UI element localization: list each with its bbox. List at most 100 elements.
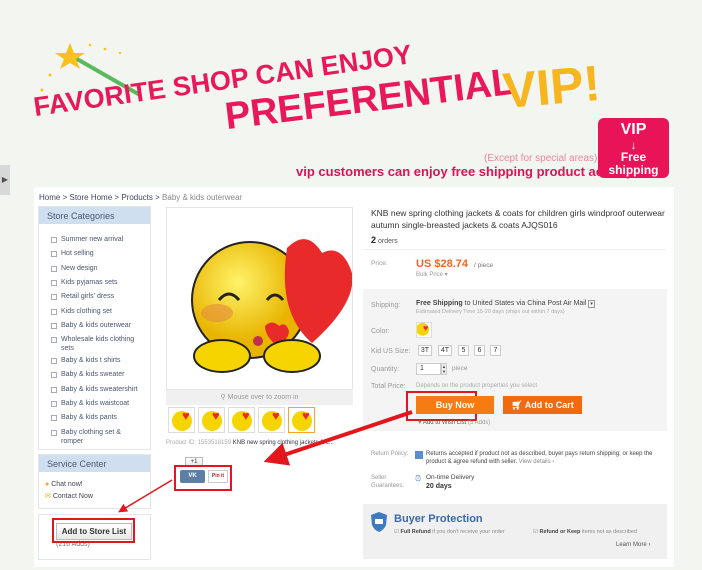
breadcrumb-sep: > bbox=[155, 193, 160, 202]
main-product-image[interactable] bbox=[166, 207, 353, 390]
heart-icon: ♥ bbox=[242, 408, 250, 423]
annotation-box bbox=[52, 518, 135, 543]
size-option[interactable]: 4T bbox=[438, 345, 452, 356]
cart-icon: 🛒︎ bbox=[511, 400, 523, 410]
learn-more-link[interactable]: Learn More › bbox=[616, 542, 650, 548]
service-center: Service Center ● Chat now! ✉ Contact Now bbox=[38, 454, 151, 509]
view-details-link[interactable]: View details › bbox=[519, 459, 555, 465]
clock-icon: ⏰︎ bbox=[415, 474, 422, 483]
orders-label: orders bbox=[377, 238, 398, 245]
bulk-price-dropdown[interactable]: Bulk Price ▾ bbox=[416, 271, 448, 278]
chat-icon: ● bbox=[45, 481, 50, 488]
category-item[interactable]: Wholesale kids clothing sets bbox=[51, 335, 141, 353]
refund-keep-title: Refund or Keep bbox=[539, 529, 581, 535]
ontime-delivery: On-time Delivery bbox=[426, 474, 475, 481]
vip-free-shipping-badge: VIP ↓ Free shipping bbox=[598, 118, 669, 178]
category-item[interactable]: Hot selling bbox=[51, 249, 141, 258]
shield-icon bbox=[371, 512, 387, 532]
category-item[interactable]: Baby & kids waistcoat bbox=[51, 399, 141, 408]
category-item[interactable]: Kids pyjamas sets bbox=[51, 278, 141, 287]
category-item[interactable]: Baby & kids outerwear bbox=[51, 321, 141, 330]
badge-shipping: shipping bbox=[608, 162, 659, 177]
heart-icon: ♥ bbox=[212, 408, 220, 423]
thumbnail[interactable]: ♥ bbox=[168, 407, 195, 433]
category-item[interactable]: Retail girls' dress bbox=[51, 292, 141, 301]
seller-guarantees-label: Seller Guarantees: bbox=[371, 475, 405, 489]
full-refund-text: if you don't receive your order bbox=[432, 529, 505, 535]
thumbnail-strip: ♥ ♥ ♥ ♥ ♥ bbox=[168, 407, 348, 434]
thumbnail[interactable]: ♥ bbox=[258, 407, 285, 433]
price-unit: / piece bbox=[474, 262, 494, 269]
buyer-protection: Buyer Protection ☑ Full Refund if you do… bbox=[363, 504, 667, 559]
return-policy-label: Return Policy: bbox=[371, 451, 409, 457]
shipping-destination[interactable]: to United States via China Post Air Mail bbox=[465, 300, 587, 307]
banner-except: (Except for special areas) bbox=[484, 153, 598, 164]
size-option[interactable]: 7 bbox=[490, 345, 501, 356]
chat-now-label: Chat now! bbox=[51, 481, 83, 488]
wishlist-link[interactable]: ♥ Add to Wish List (5 Adds) bbox=[418, 420, 490, 426]
full-refund-title: Full Refund bbox=[400, 529, 431, 535]
size-option[interactable]: 6 bbox=[474, 345, 485, 356]
product-id: Product ID: 1553518159 KNB new spring cl… bbox=[166, 440, 334, 446]
wishlist-adds: (5 Adds) bbox=[467, 420, 491, 426]
banner-vip: VIP! bbox=[500, 54, 603, 120]
quantity-label: Quantity: bbox=[371, 366, 400, 373]
return-icon bbox=[415, 451, 423, 459]
chat-now-link[interactable]: ● Chat now! bbox=[45, 481, 83, 488]
orders-number: 2 bbox=[371, 235, 377, 245]
kiss-emoji-image bbox=[191, 239, 353, 373]
free-shipping: Free Shipping bbox=[416, 300, 463, 307]
quantity-stepper[interactable]: ▲ ▼ bbox=[441, 363, 447, 375]
side-tab-toggle[interactable]: ▶ bbox=[0, 165, 10, 195]
product-name-short: KNB new spring clothing jackets & c... bbox=[232, 440, 334, 446]
add-to-cart-button[interactable]: 🛒︎ Add to Cart bbox=[503, 396, 582, 414]
zoom-hint-text: Mouse over to zoom in bbox=[227, 394, 299, 401]
quantity-input[interactable]: 1 bbox=[416, 363, 441, 375]
category-item[interactable]: Baby & kids pants bbox=[51, 413, 141, 422]
thumbnail[interactable]: ♥ bbox=[198, 407, 225, 433]
store-categories: Store Categories Summer new arrival Hot s… bbox=[38, 206, 151, 450]
service-center-title: Service Center bbox=[39, 455, 150, 472]
category-item[interactable]: Baby & kids sweatershirt bbox=[51, 385, 141, 394]
full-refund: ☑ Full Refund if you don't receive your … bbox=[394, 529, 505, 535]
category-item[interactable]: Summer new arrival bbox=[51, 235, 141, 244]
heart-icon: ♥ bbox=[418, 420, 422, 426]
total-price-label: Total Price: bbox=[371, 383, 406, 390]
store-categories-title: Store Categories bbox=[39, 207, 150, 224]
breadcrumb: Home > Store Home > Products > Baby & ki… bbox=[39, 193, 242, 202]
heart-icon: ♥ bbox=[272, 408, 280, 423]
size-option[interactable]: 5 bbox=[458, 345, 469, 356]
color-swatch-emoji[interactable]: ♥ bbox=[416, 322, 432, 338]
buyer-protection-title: Buyer Protection bbox=[394, 513, 483, 525]
breadcrumb-store-home[interactable]: Store Home bbox=[69, 193, 112, 202]
size-option[interactable]: 3T bbox=[418, 345, 432, 356]
category-item[interactable]: Baby clothing set & romper bbox=[51, 428, 141, 446]
return-policy-text: Returns accepted if product not as descr… bbox=[426, 450, 662, 466]
dropdown-icon[interactable]: ▾ bbox=[588, 300, 595, 308]
category-item[interactable]: New design bbox=[51, 264, 141, 273]
breadcrumb-home[interactable]: Home bbox=[39, 193, 60, 202]
category-item[interactable]: Baby & kids sweater bbox=[51, 370, 141, 379]
wishlist-label: Add to Wish List bbox=[422, 420, 467, 426]
breadcrumb-sep: > bbox=[62, 193, 68, 202]
pinterest-button[interactable]: Pin it bbox=[208, 470, 228, 483]
category-item[interactable]: Kids clothing set bbox=[51, 307, 141, 316]
color-label: Color: bbox=[371, 328, 390, 335]
refund-or-keep: ☑ Refund or Keep items not as described bbox=[533, 529, 637, 535]
breadcrumb-products[interactable]: Products bbox=[121, 193, 153, 202]
divider bbox=[363, 249, 667, 250]
contact-now-link[interactable]: ✉ Contact Now bbox=[45, 492, 93, 500]
vk-share-button[interactable]: VK bbox=[180, 470, 205, 483]
product-id-label: Product ID: bbox=[166, 440, 197, 446]
banner-tagline: vip customers can enjoy free shipping pr… bbox=[296, 164, 634, 179]
thumbnail[interactable]: ♥ bbox=[228, 407, 255, 433]
heart-icon: ♥ bbox=[423, 323, 429, 333]
shipping-info: Free Shipping to United States via China… bbox=[416, 300, 595, 308]
buy-now-button[interactable]: Buy Now bbox=[416, 396, 494, 414]
category-item[interactable]: Baby & kids t shirts bbox=[51, 356, 141, 365]
thumbnail[interactable]: ♥ bbox=[288, 407, 315, 433]
delivery-estimate: Estimated Delivery Time 15-20 days (ship… bbox=[416, 309, 565, 315]
contact-now-label: Contact Now bbox=[52, 493, 93, 500]
size-options: 3T 4T 5 6 7 bbox=[418, 345, 518, 357]
heart-icon: ♥ bbox=[182, 408, 190, 423]
